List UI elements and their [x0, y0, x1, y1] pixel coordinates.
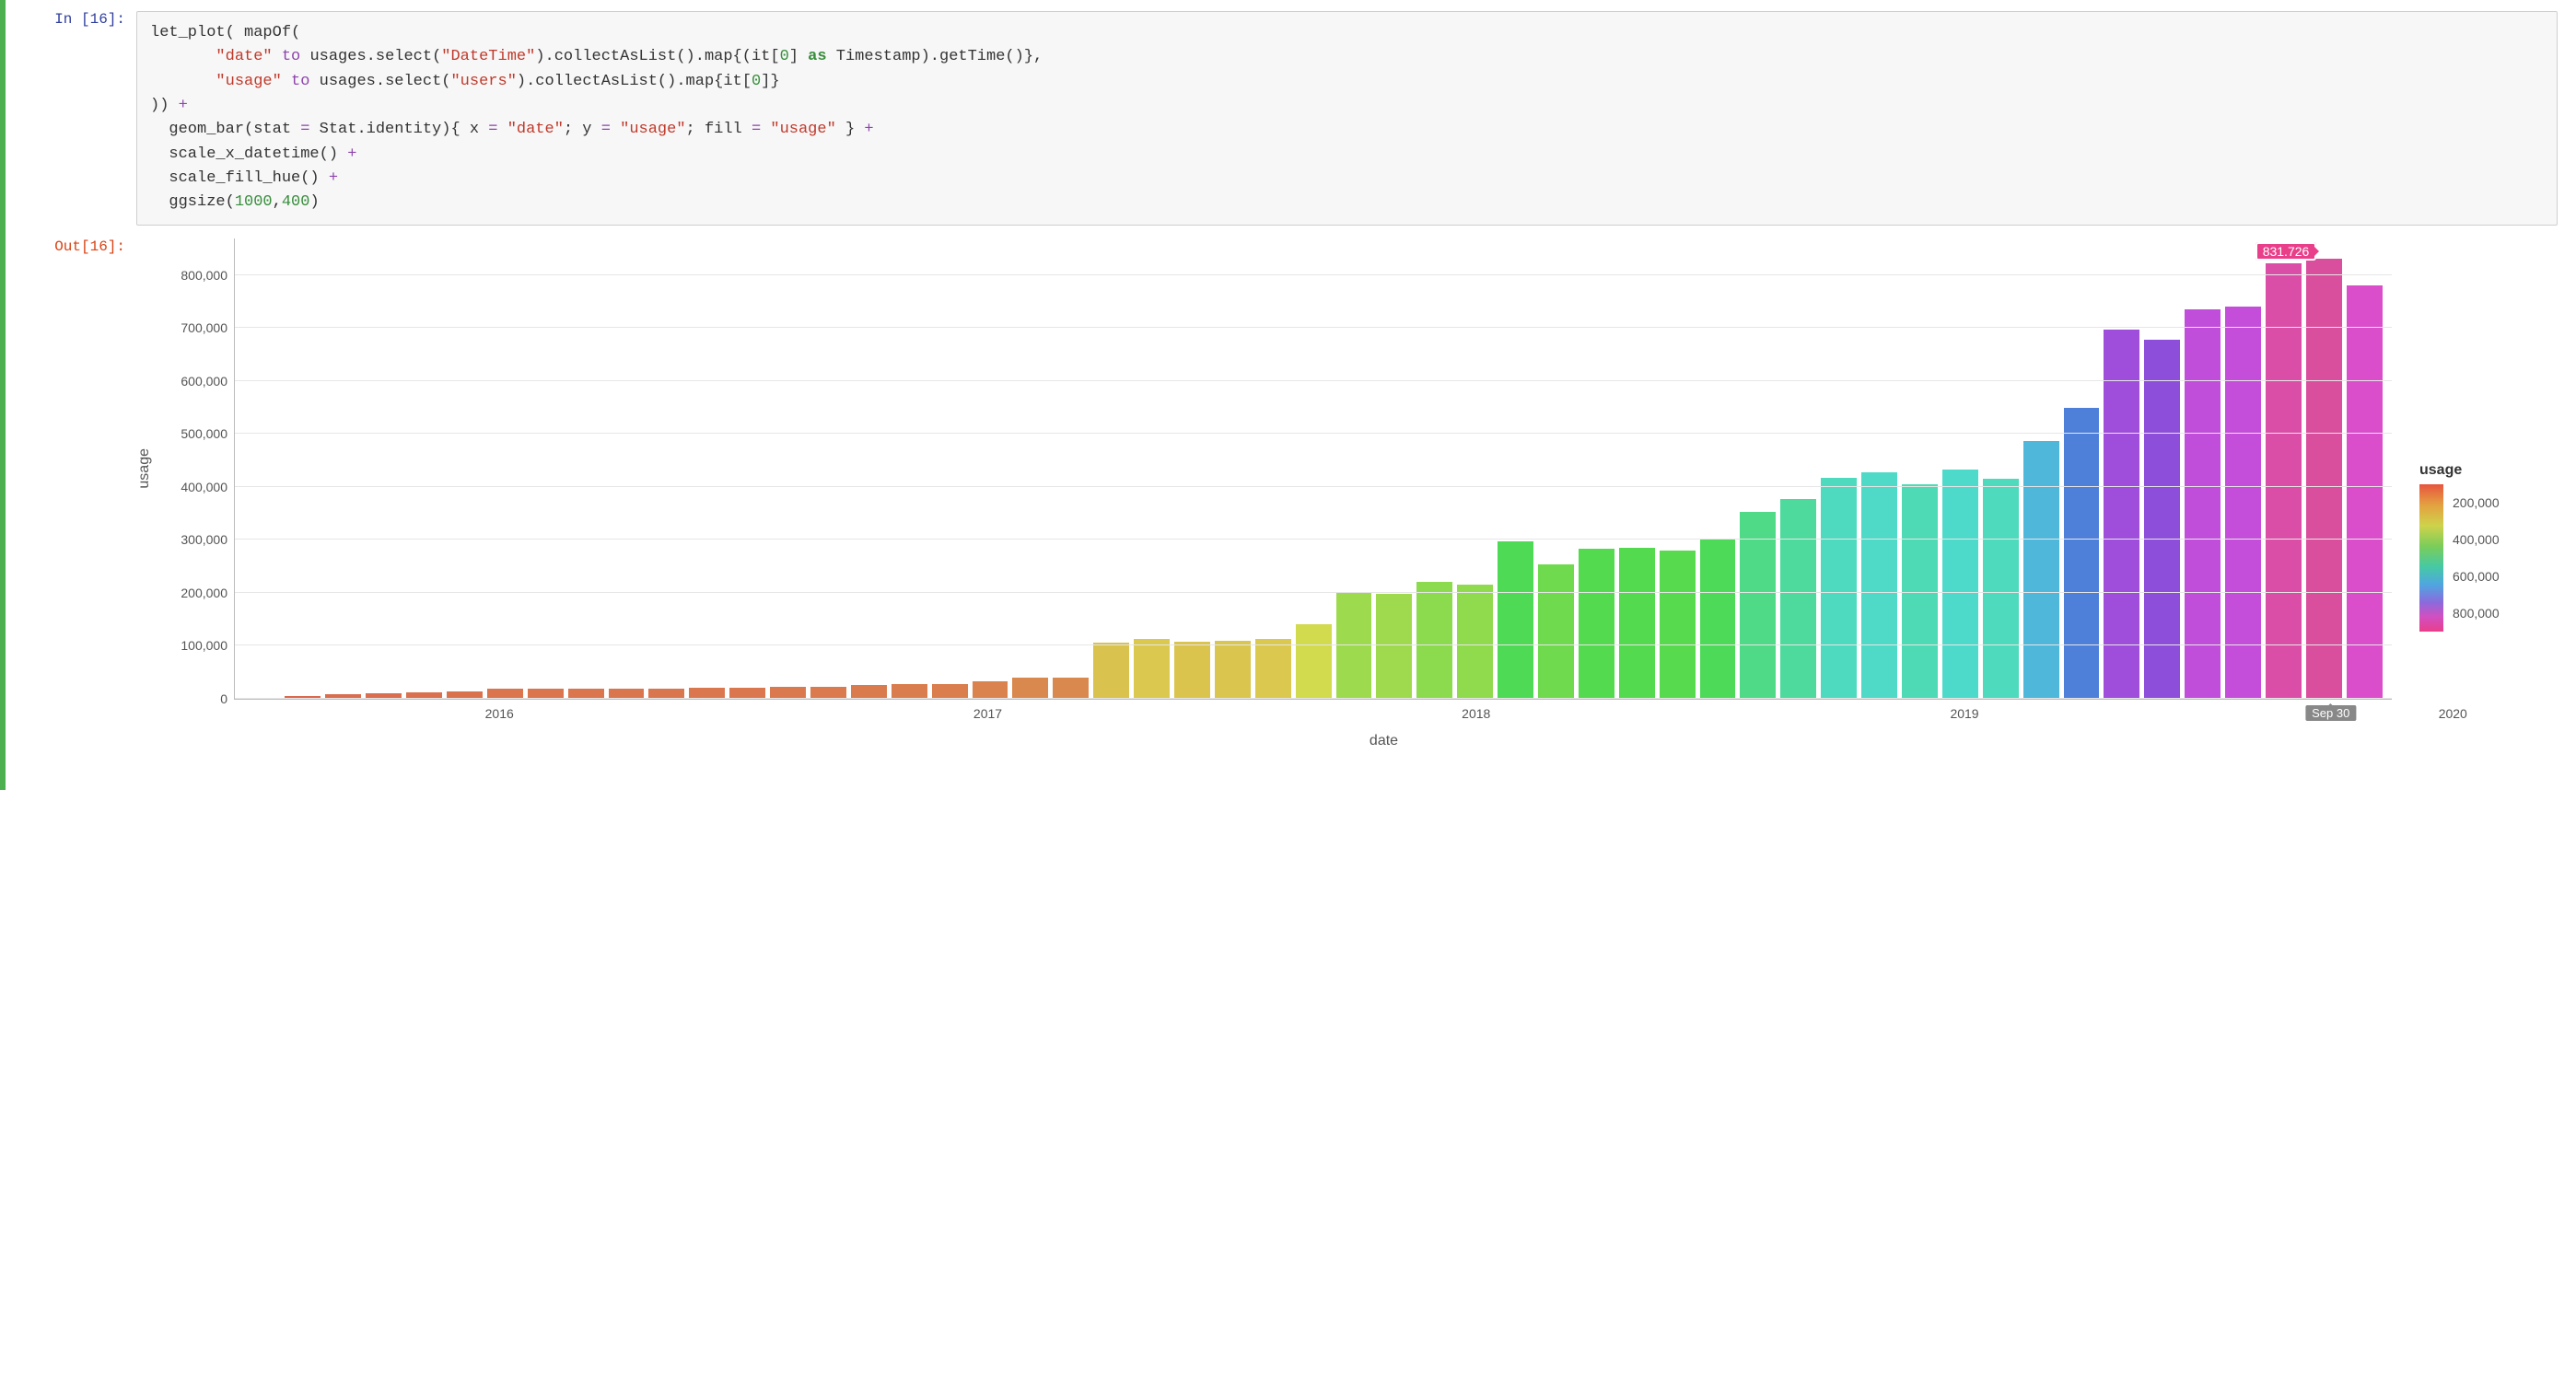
- x-tick: 2020: [2439, 706, 2467, 721]
- legend: usage 200,000400,000600,000800,000: [2392, 306, 2558, 632]
- chart-bar[interactable]: [1700, 539, 1736, 699]
- chart-bar[interactable]: [2064, 408, 2100, 699]
- chart-bar[interactable]: [1861, 472, 1897, 698]
- chart-bar[interactable]: [1053, 678, 1089, 699]
- chart-bar[interactable]: [1134, 639, 1170, 699]
- x-hover-label: Sep 30: [2305, 705, 2356, 721]
- chart-output: usage 0100,000200,000300,000400,000500,0…: [136, 238, 2558, 749]
- chart-bar[interactable]: [1215, 641, 1251, 699]
- legend-tick: 200,000: [2453, 484, 2500, 521]
- legend-tick: 800,000: [2453, 595, 2500, 632]
- chart-bar[interactable]: [1780, 499, 1816, 699]
- chart-bar[interactable]: [932, 684, 968, 699]
- y-tick: 100,000: [159, 638, 227, 653]
- x-axis-label: date: [136, 733, 2558, 749]
- chart-bar[interactable]: [892, 684, 927, 699]
- chart-bar[interactable]: [1821, 478, 1857, 699]
- legend-tick: 600,000: [2453, 558, 2500, 595]
- output-cell: Out[16]: usage 0100,000200,000300,000400…: [24, 238, 2558, 749]
- input-cell: In [16]: let_plot( mapOf( "date" to usag…: [24, 11, 2558, 226]
- plot-area[interactable]: 0100,000200,000300,000400,000500,000600,…: [234, 238, 2392, 700]
- x-tick: 2018: [1462, 706, 1490, 721]
- y-tick: 200,000: [159, 586, 227, 600]
- y-tick: 0: [159, 691, 227, 706]
- x-tick: 2016: [485, 706, 514, 721]
- chart-bar[interactable]: [1457, 585, 1493, 699]
- y-tick: 500,000: [159, 426, 227, 441]
- in-prompt: In [16]:: [24, 11, 136, 28]
- chart-bar[interactable]: [1538, 564, 1574, 698]
- y-tick: 700,000: [159, 320, 227, 335]
- chart-bar[interactable]: [1498, 541, 1533, 699]
- y-axis-label: usage: [136, 448, 153, 489]
- chart-bar[interactable]: [2185, 309, 2220, 698]
- chart-bar[interactable]: [2023, 441, 2059, 699]
- chart-bar[interactable]: [1416, 582, 1452, 698]
- chart-bar[interactable]: [2266, 263, 2302, 698]
- y-tick: 800,000: [159, 268, 227, 283]
- chart-bar[interactable]: [1336, 593, 1372, 699]
- legend-colorbar: [2419, 484, 2443, 632]
- x-tick: 2019: [1950, 706, 1978, 721]
- legend-title: usage: [2419, 462, 2558, 479]
- chart-bar[interactable]: [1174, 642, 1210, 698]
- chart-bar[interactable]: [973, 681, 1008, 699]
- chart-bar[interactable]: [1376, 594, 1412, 699]
- chart-bar[interactable]: [1942, 470, 1978, 698]
- chart-bar[interactable]: [2104, 330, 2139, 699]
- x-tick: 2017: [973, 706, 1002, 721]
- chart-bar[interactable]: [1579, 549, 1614, 699]
- chart-bar[interactable]: [851, 685, 887, 698]
- chart-bar[interactable]: [1093, 643, 1129, 698]
- chart-bar[interactable]: [2347, 285, 2383, 698]
- chart-bar[interactable]: [2225, 307, 2261, 698]
- chart-bar[interactable]: [1296, 624, 1332, 698]
- chart-bar[interactable]: [1012, 678, 1048, 699]
- out-prompt: Out[16]:: [24, 238, 136, 255]
- chart-bar[interactable]: [1255, 639, 1291, 699]
- legend-tick: 400,000: [2453, 521, 2500, 558]
- y-tick: 400,000: [159, 480, 227, 494]
- y-tick: 300,000: [159, 532, 227, 547]
- chart-bar[interactable]: [1660, 551, 1696, 699]
- chart-bar[interactable]: [1619, 548, 1655, 699]
- chart-bar[interactable]: [2306, 259, 2342, 699]
- chart-bar[interactable]: [1983, 479, 2019, 699]
- y-tick: 600,000: [159, 374, 227, 389]
- code-input[interactable]: let_plot( mapOf( "date" to usages.select…: [136, 11, 2558, 226]
- bar-tooltip: 831.726: [2255, 242, 2317, 261]
